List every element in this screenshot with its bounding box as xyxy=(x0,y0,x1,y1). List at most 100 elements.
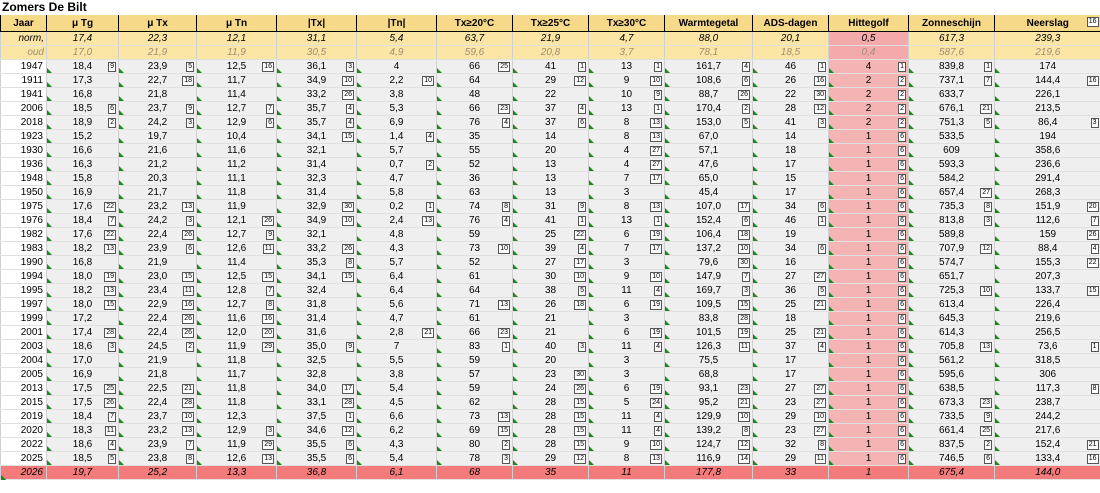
cell-value: 22,9 xyxy=(147,299,168,310)
cell-value: 1 xyxy=(865,467,872,478)
rank-badge: 2 xyxy=(108,118,116,128)
cell-value: 4,5 xyxy=(389,397,404,408)
corner-marker xyxy=(119,320,124,325)
table-cell: 20,8 xyxy=(512,45,589,60)
corner-marker xyxy=(995,138,1000,143)
cell-value: 26 xyxy=(784,75,797,86)
table-cell: 38 5 xyxy=(512,283,589,298)
table-cell: 16 xyxy=(828,143,909,158)
corner-marker xyxy=(665,432,670,437)
corner-marker xyxy=(665,362,670,367)
rank-badge: 16 xyxy=(262,62,274,72)
cell-value: 4,7 xyxy=(389,173,404,184)
table-cell: 34,1 15 xyxy=(276,269,357,284)
cell-value: 37,5 xyxy=(306,411,327,422)
table-cell: 725,3 10 xyxy=(908,283,995,298)
table-cell: 4,9 xyxy=(356,45,437,60)
cell-value: 133,7 xyxy=(1035,285,1061,296)
table-cell: 36 xyxy=(436,171,513,186)
cell-value: 725,3 xyxy=(938,285,965,296)
table-cell: 16 xyxy=(828,269,909,284)
table-cell: 16 xyxy=(828,437,909,452)
table-cell: 3 xyxy=(588,367,665,382)
corner-marker xyxy=(665,348,670,353)
table-cell: 5,8 xyxy=(356,185,437,200)
table-cell: 20,1 xyxy=(752,31,829,46)
table-cell: 74 8 xyxy=(436,199,513,214)
table-cell: 152,4 21 xyxy=(994,437,1100,452)
corner-marker xyxy=(197,152,202,157)
table-cell: 737,1 7 xyxy=(908,73,995,88)
cell-value: 151,9 xyxy=(1035,201,1061,212)
page-title: Zomers De Bilt xyxy=(2,0,87,14)
corner-marker xyxy=(829,418,834,423)
cell-value: 6,4 xyxy=(389,285,404,296)
corner-marker xyxy=(665,306,670,311)
corner-marker xyxy=(47,96,52,101)
cell-value: 236,6 xyxy=(1035,159,1061,170)
table-cell: 112,6 7 xyxy=(994,213,1100,228)
corner-marker xyxy=(437,138,442,143)
table-cell: 24,2 3 xyxy=(118,213,197,228)
table-cell: 144,4 16 xyxy=(994,73,1100,88)
corner-marker xyxy=(665,460,670,465)
table-cell: 268,3 xyxy=(994,185,1100,200)
cell-value: 17,6 xyxy=(72,201,93,212)
table-cell: 16 xyxy=(828,367,909,382)
cell-value: 63 xyxy=(468,187,481,198)
cell-value: 23,9 xyxy=(147,243,168,254)
corner-marker xyxy=(47,418,52,423)
cell-value: 4,9 xyxy=(389,47,404,58)
corner-marker xyxy=(589,418,594,423)
column-header: Tx≥25°C xyxy=(512,15,589,32)
table-cell: 18,2 13 xyxy=(46,283,119,298)
table-row-norm: norm, 17,4 22,3 12,1 31,1 5,4 63,7 21,9 4,7 88,0 2… xyxy=(0,31,1100,46)
rank-badge: 27 xyxy=(814,384,826,394)
rank-badge: 15 xyxy=(574,398,586,408)
cell-value: 5,6 xyxy=(389,299,404,310)
cell-value: 11 xyxy=(621,341,632,352)
table-cell: 34,9 10 xyxy=(276,213,357,228)
rank-badge: 6 xyxy=(898,454,906,464)
cell-value: 35 xyxy=(544,467,557,478)
rank-badge: 25 xyxy=(498,62,510,72)
corner-marker xyxy=(357,82,362,87)
rank-badge: 12 xyxy=(980,244,992,254)
cell-value: 1941 xyxy=(20,89,43,100)
corner-marker xyxy=(995,180,1000,185)
corner-marker xyxy=(119,180,124,185)
corner-marker xyxy=(909,138,914,143)
cell-value: 4 xyxy=(393,61,400,72)
rank-badge: 4 xyxy=(654,342,662,352)
cell-value: 32,1 xyxy=(306,145,327,156)
cell-value: 23,4 xyxy=(147,285,168,296)
corner-marker xyxy=(437,110,442,115)
rank-badge: 2 xyxy=(898,90,906,100)
table-cell: 71 13 xyxy=(436,297,513,312)
corner-marker xyxy=(357,334,362,339)
cell-value: 651,7 xyxy=(938,271,965,282)
table-cell: 61 xyxy=(436,269,513,284)
table-cell: 23,2 13 xyxy=(118,199,197,214)
table-cell: 31,4 xyxy=(276,311,357,326)
table-cell: 9 10 xyxy=(588,437,665,452)
corner-marker xyxy=(277,390,282,395)
table-cell: 13 1 xyxy=(588,213,665,228)
corner-marker xyxy=(357,278,362,283)
rank-badge: 6 xyxy=(898,216,906,226)
rank-badge: 6 xyxy=(898,202,906,212)
table-cell: 152,4 6 xyxy=(664,213,753,228)
table-cell: 12,7 7 xyxy=(196,101,277,116)
cell-value: 6 xyxy=(623,229,630,240)
cell-value: 2,4 xyxy=(389,215,404,226)
cell-value: 5,7 xyxy=(389,145,404,156)
rank-badge: 10 xyxy=(650,76,662,86)
table-cell: 617,3 xyxy=(908,31,995,46)
table-row: 2022 18,6 4 23,9 7 11,9 29 35,5 6 4,3 80 2 28 15 9 10 12… xyxy=(0,437,1100,452)
corner-marker xyxy=(197,334,202,339)
corner-marker xyxy=(357,432,362,437)
cell-value: 35,3 xyxy=(306,257,327,268)
cell-value: 29 xyxy=(784,411,797,422)
corner-marker xyxy=(753,404,758,409)
corner-marker xyxy=(357,236,362,241)
